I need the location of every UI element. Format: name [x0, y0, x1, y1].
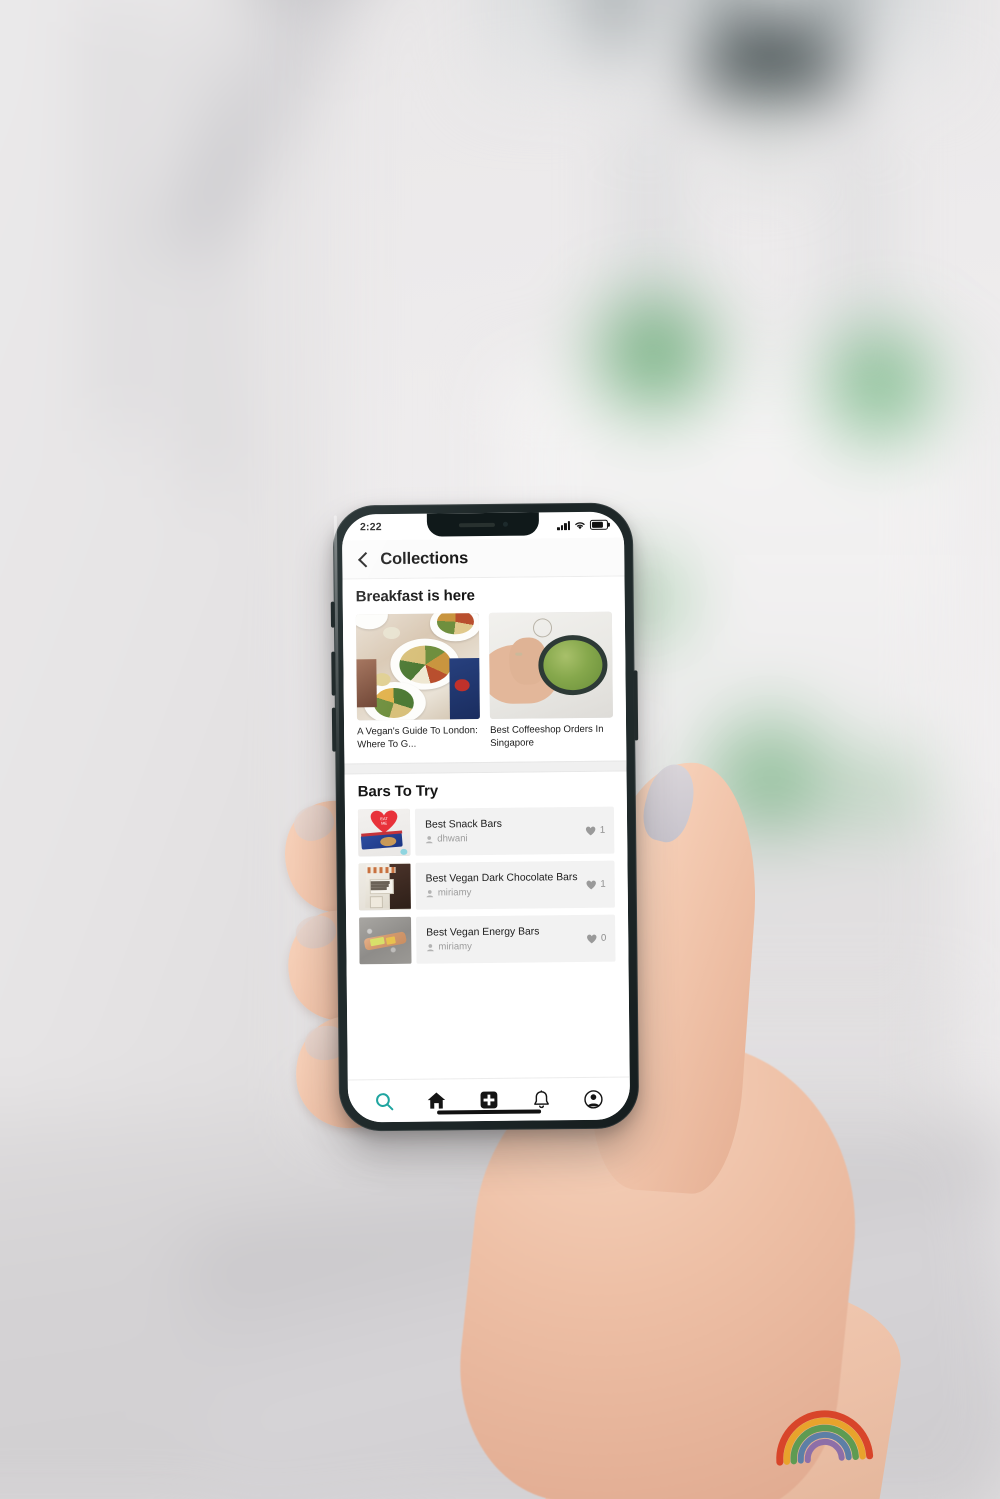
chevron-left-icon[interactable]	[358, 551, 374, 568]
app-navigation-bar: Collections	[342, 537, 625, 580]
section-breakfast: Breakfast is here A Vegan's Guide To Lon…	[342, 576, 627, 764]
collection-list: EAT ME Best Snack Bars dhwani 1 Best Veg…	[357, 806, 616, 965]
list-item-likes[interactable]: 1	[585, 825, 605, 836]
tab-profile[interactable]	[576, 1084, 612, 1114]
phone-screen: 2:22 Collections Breakfast is here A Veg…	[341, 511, 631, 1123]
battery-icon	[589, 519, 609, 531]
user-icon	[425, 835, 433, 844]
card-image-vegan-brunch	[355, 613, 480, 721]
heart-icon	[586, 934, 597, 944]
card-caption: Best Coffeeshop Orders In Singapore	[490, 723, 604, 749]
list-item[interactable]: Best Vegan Dark Chocolate Bars miriamy 1	[358, 860, 615, 911]
status-time: 2:22	[359, 521, 382, 534]
list-item-author: miriamy	[426, 886, 578, 899]
power-button[interactable]	[633, 670, 639, 741]
list-item-title: Best Vegan Dark Chocolate Bars	[425, 872, 578, 885]
home-icon	[427, 1092, 446, 1109]
earpiece-speaker	[458, 522, 495, 527]
list-item-title: Best Snack Bars	[425, 819, 502, 831]
list-item-thumbnail	[358, 863, 411, 911]
card-grid: A Vegan's Guide To London: Where To G...	[355, 611, 613, 752]
list-item-body: Best Vegan Energy Bars miriamy 0	[416, 914, 616, 965]
status-indicators	[557, 519, 609, 531]
list-item-likes[interactable]: 0	[586, 933, 606, 944]
smartphone: 2:22 Collections Breakfast is here A Veg…	[330, 502, 640, 1132]
search-icon	[375, 1092, 394, 1110]
list-item-author: dhwani	[425, 833, 502, 845]
list-item-body: Best Snack Bars dhwani 1	[414, 806, 615, 857]
list-item-thumbnail	[359, 917, 412, 965]
user-icon	[427, 943, 434, 952]
like-count: 0	[600, 933, 607, 945]
like-count: 1	[599, 825, 606, 837]
scroll-content[interactable]: Breakfast is here A Vegan's Guide To Lon…	[342, 576, 630, 1080]
list-item-username: miriamy	[437, 887, 472, 899]
list-item-thumbnail: EAT ME	[357, 809, 411, 857]
list-item-username: dhwani	[437, 833, 468, 845]
collection-card[interactable]: A Vegan's Guide To London: Where To G...	[355, 613, 480, 752]
section-title: Breakfast is here	[355, 587, 475, 606]
svg-text:ME: ME	[381, 821, 387, 826]
cellular-signal-icon	[557, 520, 570, 530]
volume-up-button[interactable]	[331, 651, 336, 696]
rainbow-tattoo-icon	[776, 1410, 874, 1466]
list-item-title: Best Vegan Energy Bars	[426, 926, 540, 939]
card-caption: A Vegan's Guide To London: Where To G...	[357, 725, 478, 751]
add-plus-icon	[480, 1091, 498, 1109]
collection-card[interactable]: Best Coffeeshop Orders In Singapore	[488, 611, 613, 751]
section-title: Bars To Try	[357, 782, 439, 801]
front-camera-icon	[502, 521, 508, 527]
wifi-icon	[575, 521, 585, 529]
card-image-matcha	[488, 611, 613, 719]
bell-icon	[533, 1089, 549, 1108]
page-title: Collections	[380, 548, 469, 568]
profile-avatar-icon	[584, 1089, 603, 1109]
list-item[interactable]: EAT ME Best Snack Bars dhwani 1	[357, 806, 615, 857]
tab-search[interactable]	[366, 1086, 402, 1116]
mute-switch[interactable]	[330, 601, 336, 628]
heart-icon	[585, 826, 595, 836]
section-bars: Bars To Try EAT ME Best Snack Bars dhwan…	[344, 771, 629, 977]
list-item-body: Best Vegan Dark Chocolate Bars miriamy 1	[415, 860, 615, 911]
bottom-tab-bar	[347, 1076, 631, 1123]
like-count: 1	[600, 879, 606, 891]
photo-scene: 2:22 Collections Breakfast is here A Veg…	[0, 0, 1000, 1499]
list-item-likes[interactable]: 1	[585, 879, 606, 891]
list-item[interactable]: Best Vegan Energy Bars miriamy 0	[359, 914, 616, 965]
notch	[426, 512, 540, 537]
user-icon	[426, 889, 434, 898]
list-item-author: miriamy	[426, 941, 539, 953]
list-item-username: miriamy	[438, 941, 472, 953]
volume-down-button[interactable]	[331, 707, 337, 752]
heart-icon	[586, 880, 596, 890]
